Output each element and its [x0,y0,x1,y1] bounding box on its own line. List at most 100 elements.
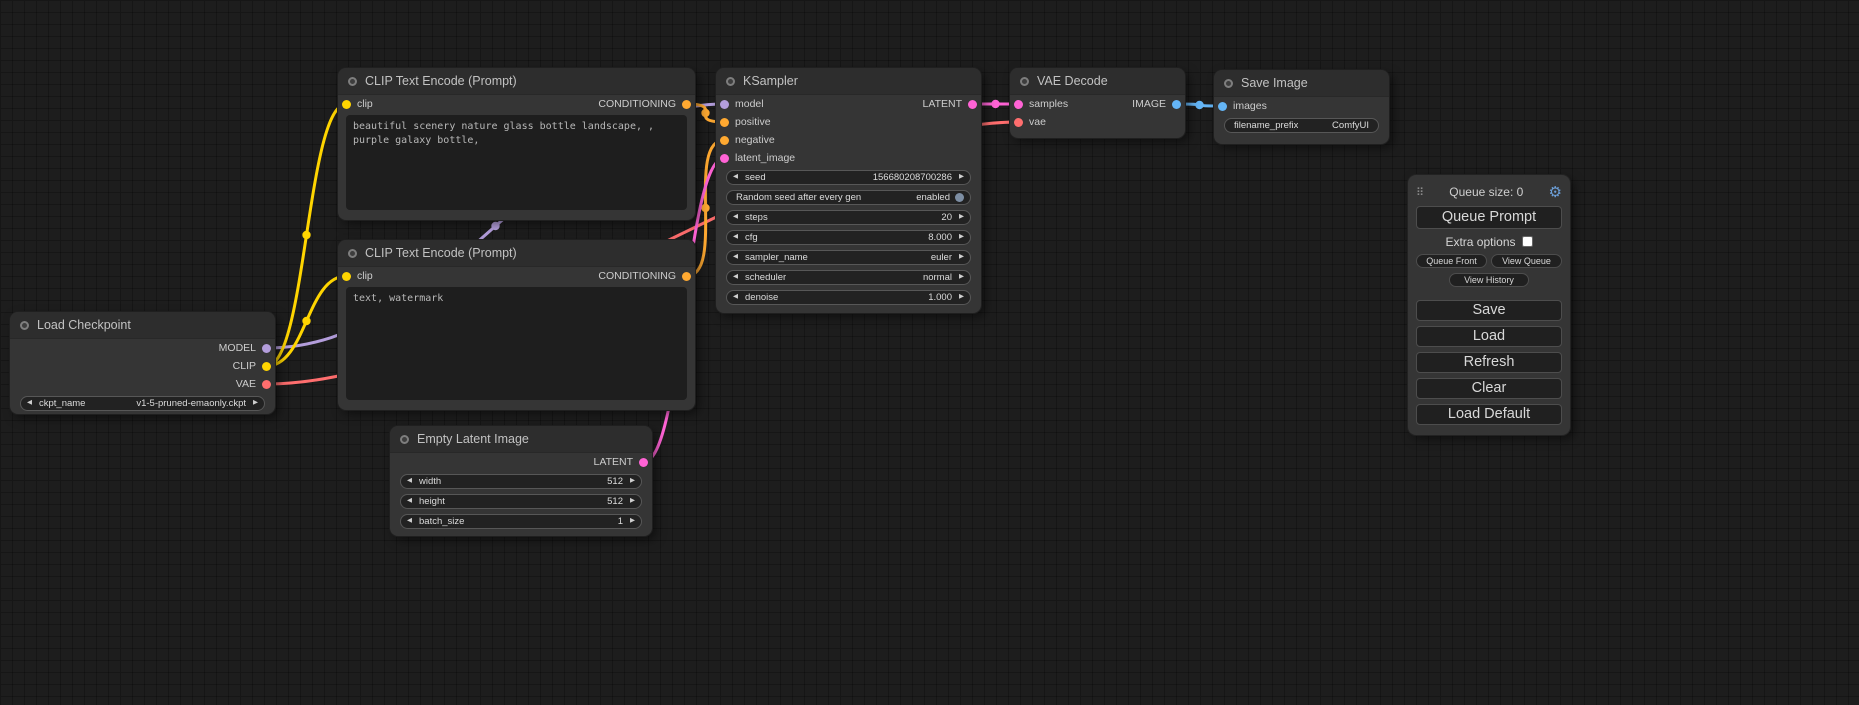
increment-arrow-icon[interactable]: ▶ [959,254,964,261]
output-label-latent: LATENT [594,456,633,468]
widget-batch-size[interactable]: ◀ batch_size 1 ▶ [400,514,642,529]
drag-handle-icon[interactable]: ⠿ [1416,186,1424,199]
prompt-textarea[interactable]: text, watermark [346,287,687,400]
decrement-arrow-icon[interactable]: ◀ [733,274,738,281]
input-slot-images[interactable] [1218,102,1227,111]
collapse-dot[interactable] [1224,79,1233,88]
decrement-arrow-icon[interactable]: ◀ [733,214,738,221]
node-title-bar[interactable]: Save Image [1214,70,1389,97]
settings-gear-icon[interactable]: ⚙ [1549,185,1562,200]
widget-cfg[interactable]: ◀ cfg 8.000 ▶ [726,230,971,245]
load-default-button[interactable]: Load Default [1416,404,1562,425]
increment-arrow-icon[interactable]: ▶ [959,234,964,241]
node-empty-latent-image[interactable]: Empty Latent Image LATENT ◀ width 512 ▶ … [390,426,652,536]
output-label-clip: CLIP [233,360,256,372]
widget-label: batch_size [419,516,464,527]
output-slot-vae[interactable] [262,380,271,389]
widget-width[interactable]: ◀ width 512 ▶ [400,474,642,489]
node-title-bar[interactable]: Load Checkpoint [10,312,275,339]
widget-denoise[interactable]: ◀ denoise 1.000 ▶ [726,290,971,305]
collapse-dot[interactable] [20,321,29,330]
increment-arrow-icon[interactable]: ▶ [630,478,635,485]
output-label-vae: VAE [236,378,256,390]
input-slot-positive[interactable] [720,118,729,127]
node-clip-text-encode-positive[interactable]: CLIP Text Encode (Prompt) clip CONDITION… [338,68,695,220]
widget-filename-prefix[interactable]: filename_prefix ComfyUI [1224,118,1379,133]
output-slot-image[interactable] [1172,100,1181,109]
collapse-dot[interactable] [348,77,357,86]
input-slot-negative[interactable] [720,136,729,145]
toggle-dot-icon[interactable] [955,193,964,202]
queue-prompt-button[interactable]: Queue Prompt [1416,206,1562,229]
increment-arrow-icon[interactable]: ▶ [959,274,964,281]
node-vae-decode[interactable]: VAE Decode samples IMAGE vae [1010,68,1185,138]
clear-button[interactable]: Clear [1416,378,1562,399]
collapse-dot[interactable] [348,249,357,258]
decrement-arrow-icon[interactable]: ◀ [27,400,32,407]
queue-front-button[interactable]: Queue Front [1416,254,1487,268]
widget-label: filename_prefix [1234,120,1298,131]
save-button[interactable]: Save [1416,300,1562,321]
output-slot-latent[interactable] [639,458,648,467]
input-slot-vae[interactable] [1014,118,1023,127]
decrement-arrow-icon[interactable]: ◀ [733,294,738,301]
widget-seed[interactable]: ◀ seed 156680208700286 ▶ [726,170,971,185]
output-slot-conditioning[interactable] [682,272,691,281]
graph-canvas[interactable]: Load Checkpoint MODEL CLIP VAE ◀ ckpt_na… [0,0,1859,705]
output-slot-model[interactable] [262,344,271,353]
decrement-arrow-icon[interactable]: ◀ [407,498,412,505]
node-save-image[interactable]: Save Image images filename_prefix ComfyU… [1214,70,1389,144]
increment-arrow-icon[interactable]: ▶ [959,214,964,221]
node-ksampler[interactable]: KSampler model LATENT positive negative … [716,68,981,313]
output-slot-latent[interactable] [968,100,977,109]
input-slot-samples[interactable] [1014,100,1023,109]
collapse-dot[interactable] [400,435,409,444]
output-label-conditioning: CONDITIONING [598,270,676,282]
decrement-arrow-icon[interactable]: ◀ [733,174,738,181]
view-history-button[interactable]: View History [1449,273,1529,287]
widget-label: steps [745,212,768,223]
widget-label: denoise [745,292,778,303]
widget-random-seed-toggle[interactable]: Random seed after every gen enabled [726,190,971,205]
widget-value: v1-5-pruned-emaonly.ckpt [136,398,246,409]
refresh-button[interactable]: Refresh [1416,352,1562,373]
increment-arrow-icon[interactable]: ▶ [253,400,258,407]
decrement-arrow-icon[interactable]: ◀ [407,518,412,525]
node-title-bar[interactable]: KSampler [716,68,981,95]
widget-sampler-name[interactable]: ◀ sampler_name euler ▶ [726,250,971,265]
widget-label: ckpt_name [39,398,85,409]
output-slot-conditioning[interactable] [682,100,691,109]
collapse-dot[interactable] [1020,77,1029,86]
widget-height[interactable]: ◀ height 512 ▶ [400,494,642,509]
increment-arrow-icon[interactable]: ▶ [959,174,964,181]
decrement-arrow-icon[interactable]: ◀ [733,254,738,261]
widget-steps[interactable]: ◀ steps 20 ▶ [726,210,971,225]
decrement-arrow-icon[interactable]: ◀ [733,234,738,241]
decrement-arrow-icon[interactable]: ◀ [407,478,412,485]
input-label-images: images [1233,100,1267,112]
slot-row: clip CONDITIONING [338,267,695,285]
input-slot-clip[interactable] [342,272,351,281]
node-load-checkpoint[interactable]: Load Checkpoint MODEL CLIP VAE ◀ ckpt_na… [10,312,275,414]
output-slot-clip[interactable] [262,362,271,371]
collapse-dot[interactable] [726,77,735,86]
node-title-bar[interactable]: CLIP Text Encode (Prompt) [338,68,695,95]
widget-scheduler[interactable]: ◀ scheduler normal ▶ [726,270,971,285]
widget-value: euler [931,252,952,263]
node-title-bar[interactable]: VAE Decode [1010,68,1185,95]
widget-ckpt-name[interactable]: ◀ ckpt_name v1-5-pruned-emaonly.ckpt ▶ [20,396,265,411]
extra-options-checkbox[interactable] [1522,236,1533,247]
increment-arrow-icon[interactable]: ▶ [959,294,964,301]
load-button[interactable]: Load [1416,326,1562,347]
view-queue-button[interactable]: View Queue [1491,254,1562,268]
increment-arrow-icon[interactable]: ▶ [630,518,635,525]
prompt-textarea[interactable]: beautiful scenery nature glass bottle la… [346,115,687,210]
node-title-bar[interactable]: Empty Latent Image [390,426,652,453]
increment-arrow-icon[interactable]: ▶ [630,498,635,505]
widget-label: Random seed after every gen [736,192,861,203]
node-title-bar[interactable]: CLIP Text Encode (Prompt) [338,240,695,267]
node-clip-text-encode-negative[interactable]: CLIP Text Encode (Prompt) clip CONDITION… [338,240,695,410]
input-slot-model[interactable] [720,100,729,109]
input-slot-latent-image[interactable] [720,154,729,163]
input-slot-clip[interactable] [342,100,351,109]
